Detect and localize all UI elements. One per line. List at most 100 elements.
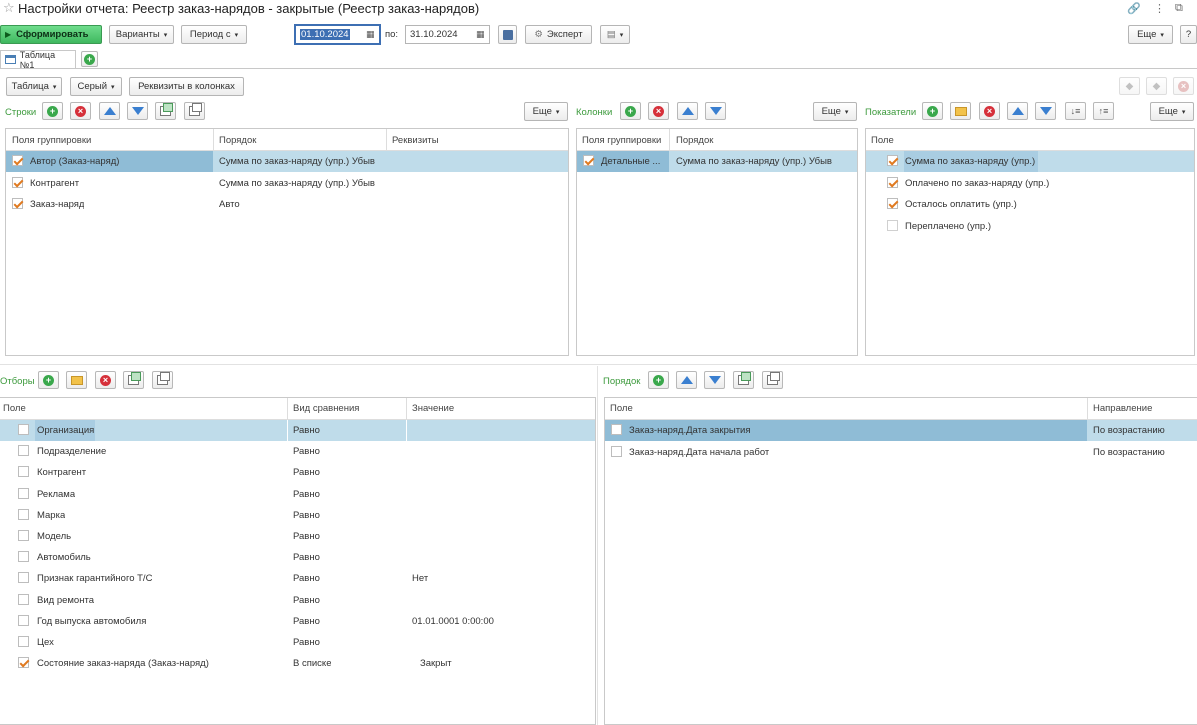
attrs-in-columns-button[interactable]: Реквизиты в колонках bbox=[129, 77, 244, 96]
more-button[interactable]: Еще ▾ bbox=[1128, 25, 1173, 44]
indicators-sort-asc-button[interactable]: ↓≡ bbox=[1065, 102, 1086, 120]
generate-button[interactable]: ▶ Сформировать bbox=[0, 25, 102, 44]
order-uncheck-all-button[interactable] bbox=[762, 371, 783, 389]
rows-delete-button[interactable]: × bbox=[70, 102, 91, 120]
checkbox[interactable] bbox=[887, 155, 898, 166]
column-header[interactable]: Порядок bbox=[676, 135, 713, 146]
rows-move-down-button[interactable] bbox=[127, 102, 148, 120]
columns-more-button[interactable]: Еще ▾ bbox=[813, 102, 857, 121]
checkbox[interactable] bbox=[12, 155, 23, 166]
checkbox[interactable] bbox=[12, 198, 23, 209]
checkbox[interactable] bbox=[18, 572, 29, 584]
indicators-add-button[interactable]: + bbox=[922, 102, 943, 120]
checkbox[interactable] bbox=[18, 657, 29, 669]
variants-button[interactable]: Варианты ▾ bbox=[109, 25, 174, 44]
checkbox[interactable] bbox=[887, 220, 898, 231]
vertical-splitter[interactable] bbox=[597, 366, 598, 725]
column-header[interactable]: Поля группировки bbox=[582, 135, 661, 146]
checkbox[interactable] bbox=[12, 177, 23, 188]
filter-comparison[interactable]: Равно bbox=[293, 637, 320, 648]
indicators-add-group-button[interactable] bbox=[950, 102, 971, 120]
indicators-sort-desc-button[interactable]: ↑≡ bbox=[1093, 102, 1114, 120]
filter-comparison[interactable]: Равно bbox=[293, 446, 320, 457]
filter-comparison[interactable]: Равно bbox=[293, 531, 320, 542]
column-header[interactable]: Направление bbox=[1093, 403, 1152, 414]
indicators-delete-button[interactable]: × bbox=[979, 102, 1000, 120]
forward-button[interactable]: ◆ bbox=[1146, 77, 1167, 95]
rows-check-all-button[interactable] bbox=[155, 102, 176, 120]
column-header[interactable]: Поле bbox=[610, 403, 633, 414]
period-from-button[interactable]: Период с ▾ bbox=[181, 25, 247, 44]
filter-value[interactable]: 01.01.0001 0:00:00 bbox=[412, 616, 494, 627]
rows-move-up-button[interactable] bbox=[99, 102, 120, 120]
checkbox[interactable] bbox=[18, 593, 29, 605]
column-header[interactable]: Порядок bbox=[219, 135, 256, 146]
checkbox[interactable] bbox=[18, 614, 29, 626]
favorite-star-icon[interactable]: ☆ bbox=[3, 0, 15, 16]
calendar-icon[interactable]: ▦ bbox=[476, 29, 485, 40]
filter-comparison[interactable]: В списке bbox=[293, 658, 331, 669]
order-move-down-button[interactable] bbox=[704, 371, 725, 389]
order-move-up-button[interactable] bbox=[676, 371, 697, 389]
column-header[interactable]: Поле bbox=[3, 403, 26, 414]
filter-comparison[interactable]: Равно bbox=[293, 510, 320, 521]
filter-comparison[interactable]: Равно bbox=[293, 425, 320, 436]
expert-button[interactable]: ⚙ Эксперт bbox=[525, 25, 592, 44]
filter-comparison[interactable]: Равно bbox=[293, 573, 320, 584]
checkbox[interactable] bbox=[18, 424, 29, 435]
checkbox[interactable] bbox=[18, 530, 29, 541]
horizontal-splitter[interactable] bbox=[0, 364, 1197, 365]
more-vertical-icon[interactable]: ⋮ bbox=[1154, 2, 1165, 15]
checkbox[interactable] bbox=[611, 424, 622, 435]
filter-comparison[interactable]: Равно bbox=[293, 595, 320, 606]
order-add-button[interactable]: + bbox=[648, 371, 669, 389]
filters-uncheck-all-button[interactable] bbox=[152, 371, 173, 389]
columns-move-up-button[interactable] bbox=[677, 102, 698, 120]
columns-move-down-button[interactable] bbox=[705, 102, 726, 120]
rows-add-button[interactable]: + bbox=[42, 102, 63, 120]
filter-comparison[interactable]: Равно bbox=[293, 616, 320, 627]
indicators-move-up-button[interactable] bbox=[1007, 102, 1028, 120]
filter-comparison[interactable]: Равно bbox=[293, 489, 320, 500]
checkbox[interactable] bbox=[18, 508, 29, 520]
checkbox[interactable] bbox=[18, 636, 29, 647]
checkbox[interactable] bbox=[18, 551, 29, 563]
checkbox[interactable] bbox=[18, 466, 29, 478]
link-icon[interactable]: 🔗 bbox=[1127, 2, 1141, 15]
cancel-button[interactable]: × bbox=[1173, 77, 1194, 95]
back-button[interactable]: ◆ bbox=[1119, 77, 1140, 95]
checkbox[interactable] bbox=[18, 445, 29, 457]
columns-delete-button[interactable]: × bbox=[648, 102, 669, 120]
filter-value[interactable]: Закрыт bbox=[420, 658, 452, 669]
checkbox[interactable] bbox=[18, 487, 29, 499]
filters-delete-button[interactable]: × bbox=[95, 371, 116, 389]
columns-add-button[interactable]: + bbox=[620, 102, 641, 120]
filters-add-button[interactable]: + bbox=[38, 371, 59, 389]
rows-uncheck-all-button[interactable] bbox=[184, 102, 205, 120]
help-button[interactable]: ? bbox=[1180, 25, 1197, 44]
save-button[interactable] bbox=[498, 25, 517, 44]
column-header[interactable]: Реквизиты bbox=[392, 135, 439, 146]
restore-window-icon[interactable]: ⧉ bbox=[1175, 2, 1183, 15]
checkbox[interactable] bbox=[611, 446, 622, 457]
column-header[interactable]: Поле bbox=[871, 135, 894, 146]
filters-add-group-button[interactable] bbox=[66, 371, 87, 389]
export-menu-button[interactable]: ▤ ▾ bbox=[600, 25, 630, 44]
checkbox[interactable] bbox=[887, 198, 898, 209]
filter-comparison[interactable]: Равно bbox=[293, 552, 320, 563]
filters-check-all-button[interactable] bbox=[123, 371, 144, 389]
indicators-move-down-button[interactable] bbox=[1035, 102, 1056, 120]
rows-more-button[interactable]: Еще ▾ bbox=[524, 102, 568, 121]
filter-value[interactable]: Нет bbox=[412, 573, 428, 584]
indicators-more-button[interactable]: Еще ▾ bbox=[1150, 102, 1194, 121]
column-header[interactable]: Вид сравнения bbox=[293, 403, 359, 414]
table-type-button[interactable]: Таблица ▾ bbox=[6, 77, 62, 96]
order-check-all-button[interactable] bbox=[733, 371, 754, 389]
checkbox[interactable] bbox=[583, 155, 594, 166]
checkbox[interactable] bbox=[887, 177, 898, 188]
style-button[interactable]: Серый ▾ bbox=[70, 77, 122, 96]
column-header[interactable]: Значение bbox=[412, 403, 454, 414]
filter-comparison[interactable]: Равно bbox=[293, 467, 320, 478]
tab-table-1[interactable]: Таблица №1 bbox=[0, 50, 76, 70]
add-tab-button[interactable]: + bbox=[81, 51, 98, 67]
